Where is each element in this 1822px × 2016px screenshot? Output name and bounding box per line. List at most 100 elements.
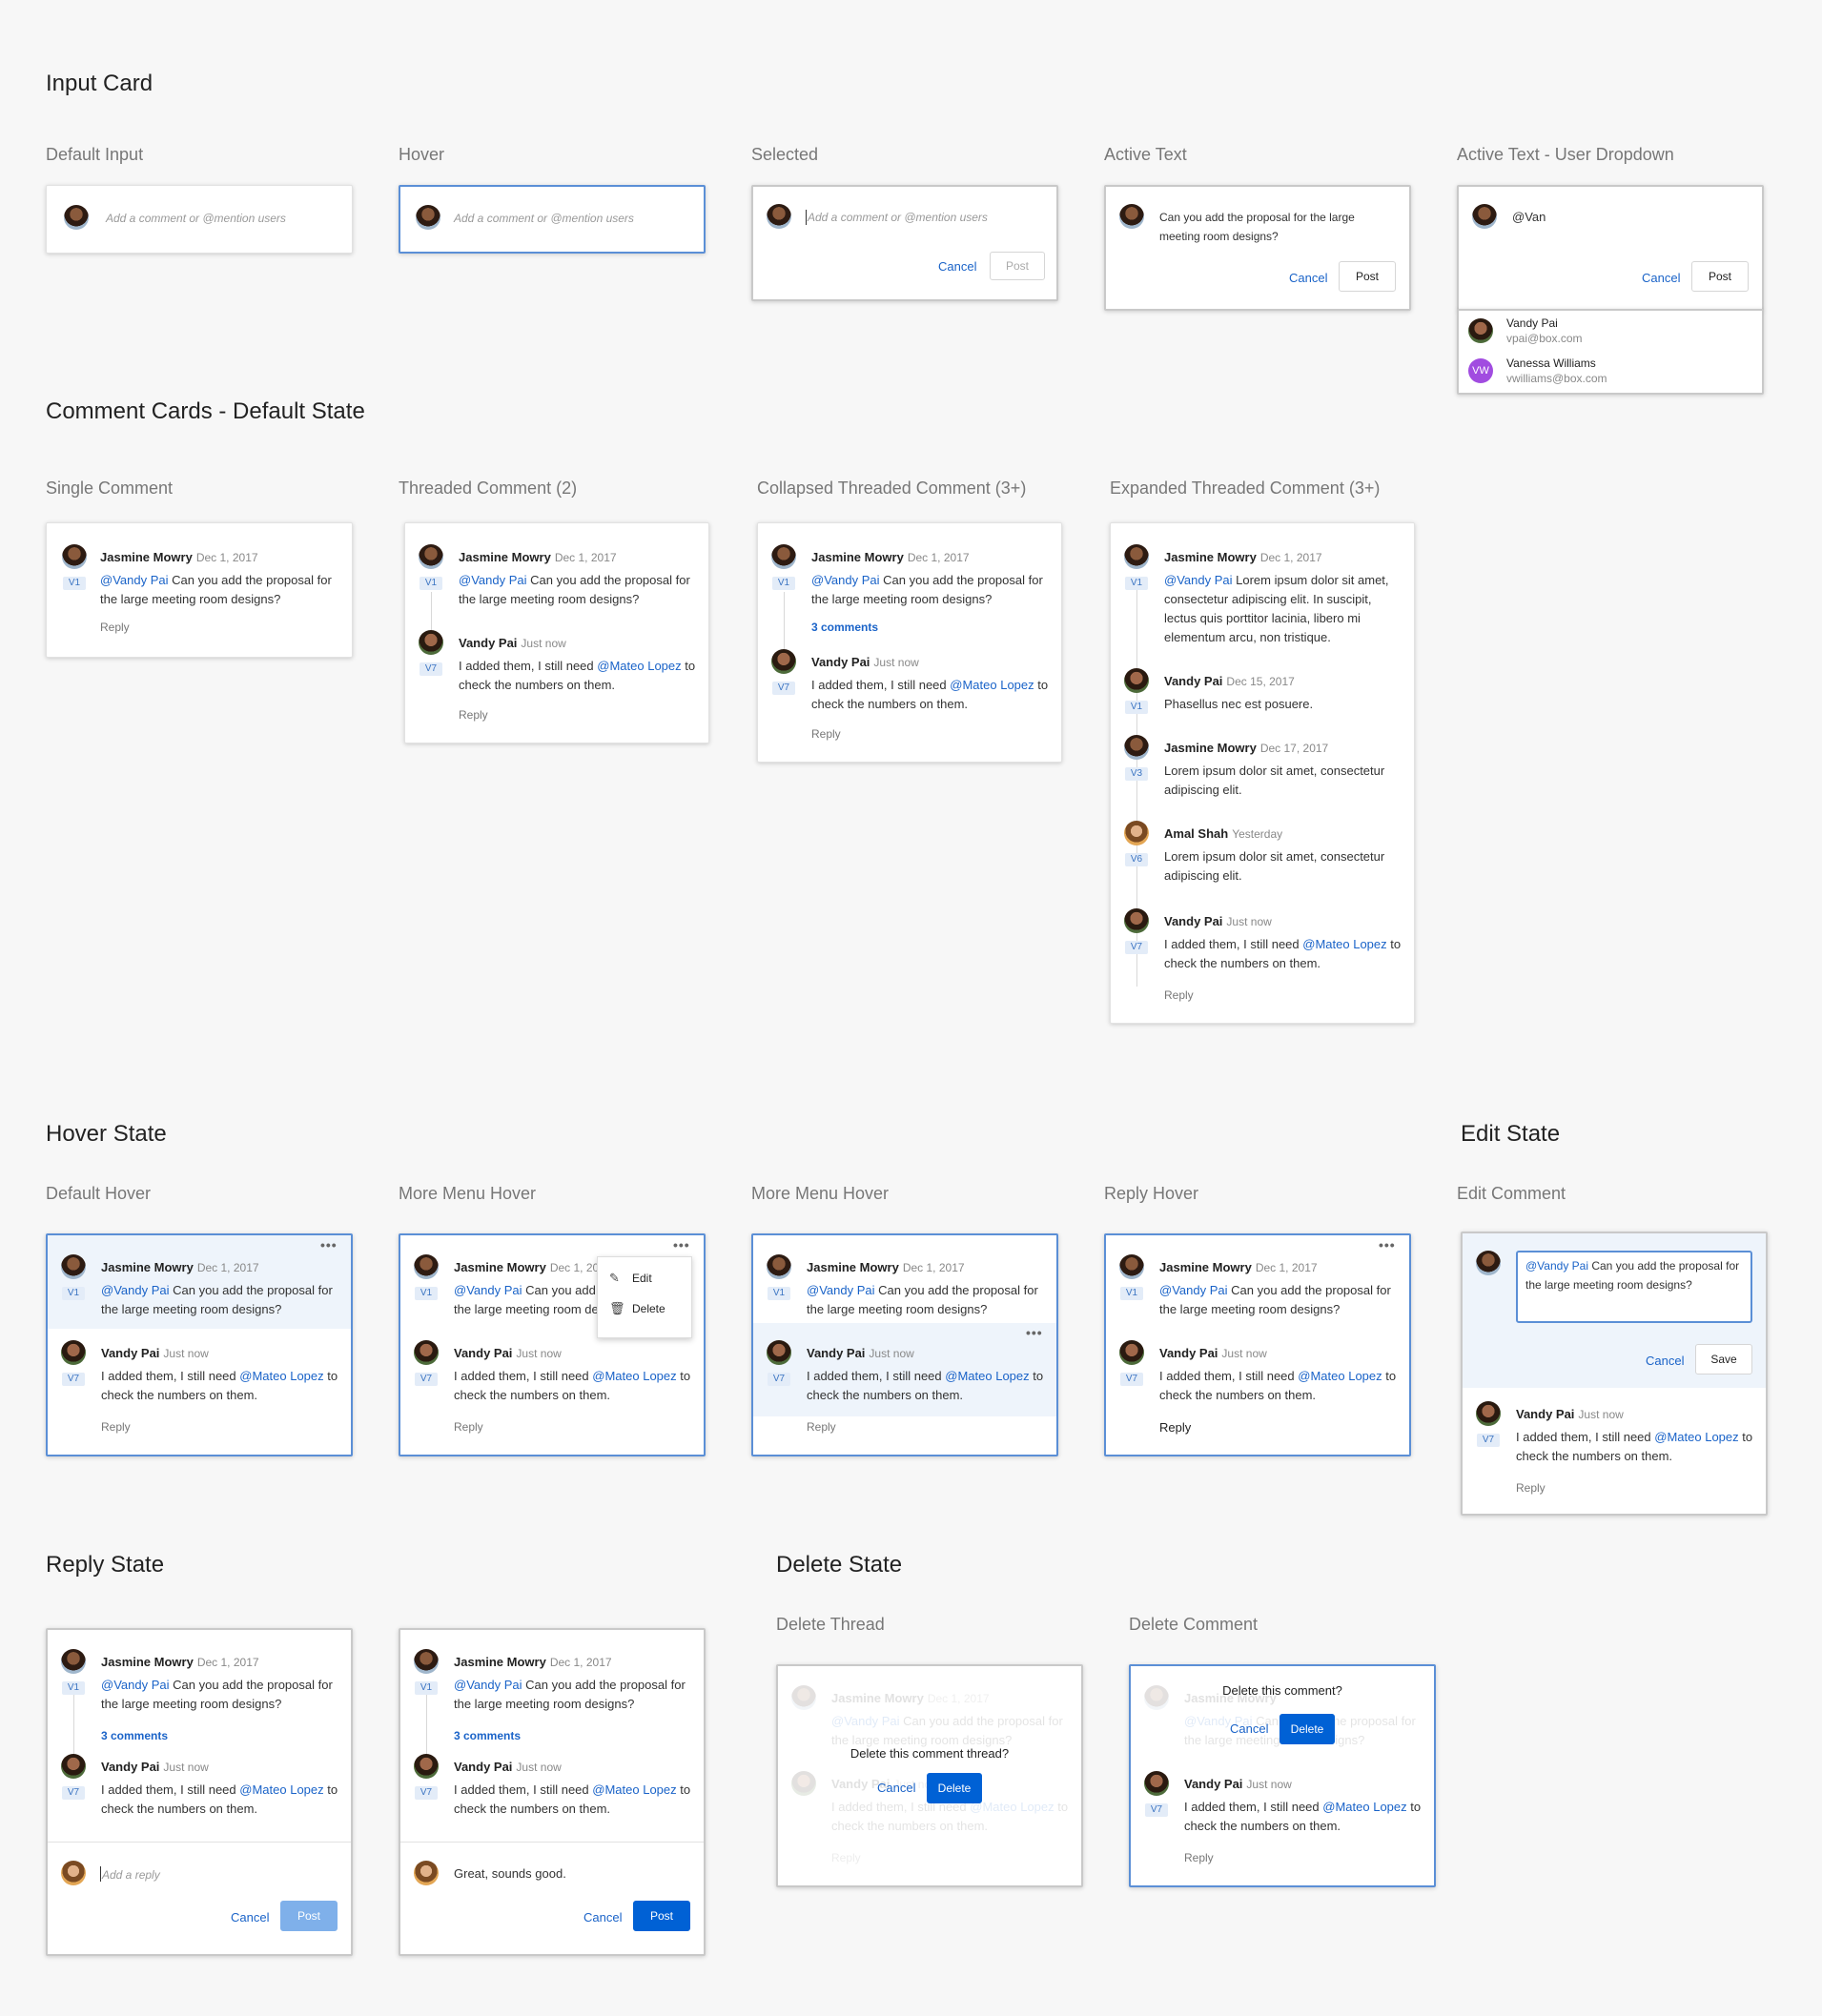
- author-name[interactable]: Jasmine Mowry: [459, 550, 551, 564]
- mention[interactable]: @Vandy Pai: [1525, 1259, 1588, 1273]
- author-name[interactable]: Vandy Pai: [454, 1760, 512, 1774]
- user-option-vandy[interactable]: Vandy Pai vpai@box.com: [1459, 311, 1762, 351]
- reply-link[interactable]: Reply: [100, 621, 130, 634]
- post-button[interactable]: Post: [1691, 261, 1749, 292]
- more-options-icon[interactable]: •••: [1379, 1237, 1396, 1252]
- mention[interactable]: @Vandy Pai: [101, 1283, 170, 1297]
- more-options-icon[interactable]: •••: [320, 1237, 338, 1252]
- author-name[interactable]: Amal Shah: [1164, 826, 1228, 841]
- mention[interactable]: @Mateo Lopez: [945, 1369, 1029, 1383]
- author-name[interactable]: Jasmine Mowry: [101, 1655, 194, 1669]
- cancel-button[interactable]: Cancel: [1642, 271, 1680, 285]
- input-card-hover[interactable]: Add a comment or @mention users: [399, 185, 706, 254]
- user-option-vanessa[interactable]: VW Vanessa Williams vwilliams@box.com: [1459, 351, 1762, 393]
- author-name[interactable]: Vandy Pai: [459, 636, 517, 650]
- author-name[interactable]: Jasmine Mowry: [1164, 741, 1257, 755]
- reply-link[interactable]: Reply: [1184, 1851, 1214, 1864]
- author-name[interactable]: Vandy Pai: [1159, 1346, 1218, 1360]
- comment-card-expanded: V1 Jasmine Mowry Dec 1, 2017 @Vandy Pai L…: [1110, 522, 1415, 1024]
- comment-input-placeholder[interactable]: Add a comment or @mention users: [106, 212, 286, 225]
- author-name[interactable]: Jasmine Mowry: [454, 1655, 546, 1669]
- reply-link[interactable]: Reply: [1516, 1481, 1546, 1495]
- mention[interactable]: @Vandy Pai: [101, 1678, 170, 1692]
- more-options-icon[interactable]: •••: [673, 1237, 690, 1252]
- mention[interactable]: @Mateo Lopez: [1302, 937, 1386, 951]
- mention[interactable]: @Vandy Pai: [1159, 1283, 1228, 1297]
- mention[interactable]: @Mateo Lopez: [592, 1369, 676, 1383]
- mention[interactable]: @Mateo Lopez: [239, 1782, 323, 1797]
- post-button[interactable]: Post: [280, 1901, 338, 1931]
- show-comments-link[interactable]: 3 comments: [101, 1729, 168, 1742]
- comment-input-placeholder[interactable]: Add a comment or @mention users: [454, 212, 634, 225]
- author-name[interactable]: Vandy Pai: [101, 1346, 159, 1360]
- author-name[interactable]: Vandy Pai: [1516, 1407, 1574, 1421]
- input-card-active[interactable]: Can you add the proposal for the large m…: [1104, 185, 1411, 311]
- author-name[interactable]: Jasmine Mowry: [811, 550, 904, 564]
- mention[interactable]: @Mateo Lopez: [597, 659, 681, 673]
- mention[interactable]: @Vandy Pai: [454, 1283, 522, 1297]
- reply-link[interactable]: Reply: [459, 708, 488, 722]
- mention[interactable]: @Vandy Pai: [459, 573, 527, 587]
- mention[interactable]: @Mateo Lopez: [239, 1369, 323, 1383]
- thread-line: [431, 592, 432, 630]
- menu-item-delete[interactable]: 🗑 Delete: [598, 1295, 691, 1322]
- delete-button[interactable]: Delete: [1279, 1714, 1335, 1744]
- cancel-button[interactable]: Cancel: [1646, 1354, 1684, 1368]
- input-card-default[interactable]: Add a comment or @mention users: [46, 185, 353, 254]
- mention[interactable]: @Mateo Lopez: [592, 1782, 676, 1797]
- mention[interactable]: @Vandy Pai: [1164, 573, 1233, 587]
- cancel-button[interactable]: Cancel: [938, 259, 976, 274]
- mention[interactable]: @Vandy Pai: [811, 573, 880, 587]
- comment-input-placeholder[interactable]: Add a comment or @mention users: [808, 211, 988, 224]
- cancel-button[interactable]: Cancel: [583, 1910, 622, 1924]
- cancel-button[interactable]: Cancel: [877, 1781, 915, 1795]
- reply-link[interactable]: Reply: [807, 1420, 836, 1434]
- author-name[interactable]: Vandy Pai: [1164, 674, 1222, 688]
- comment-input-text[interactable]: @Van: [1512, 208, 1546, 227]
- reply-input[interactable]: Add a reply: [102, 1868, 160, 1882]
- author-name[interactable]: Jasmine Mowry: [454, 1260, 546, 1274]
- comment-input-text[interactable]: Can you add the proposal for the large m…: [1159, 208, 1384, 246]
- post-button[interactable]: Post: [1339, 261, 1396, 292]
- author-name[interactable]: Jasmine Mowry: [1159, 1260, 1252, 1274]
- author-name[interactable]: Jasmine Mowry: [807, 1260, 899, 1274]
- reply-link[interactable]: Reply: [1164, 988, 1194, 1002]
- comment-date: Dec 1, 2017: [1255, 1261, 1318, 1274]
- author-name[interactable]: Vandy Pai: [807, 1346, 865, 1360]
- post-button[interactable]: Post: [990, 252, 1045, 280]
- reply-link[interactable]: Reply: [1159, 1420, 1191, 1435]
- show-comments-link[interactable]: 3 comments: [454, 1729, 521, 1742]
- reply-input[interactable]: Great, sounds good.: [454, 1864, 566, 1884]
- mention[interactable]: @Vandy Pai: [454, 1678, 522, 1692]
- mention[interactable]: @Mateo Lopez: [950, 678, 1034, 692]
- save-button[interactable]: Save: [1695, 1344, 1752, 1375]
- delete-button[interactable]: Delete: [927, 1773, 982, 1803]
- show-comments-link[interactable]: 3 comments: [811, 621, 878, 634]
- input-card-selected[interactable]: Add a comment or @mention users Cancel P…: [751, 185, 1058, 301]
- cancel-button[interactable]: Cancel: [1230, 1721, 1268, 1736]
- input-card-mention[interactable]: @Van Cancel Post: [1457, 185, 1764, 311]
- version-tag: V1: [772, 577, 795, 590]
- menu-item-edit[interactable]: ✎ Edit: [598, 1265, 691, 1292]
- mention[interactable]: @Vandy Pai: [807, 1283, 875, 1297]
- more-options-icon[interactable]: •••: [1026, 1325, 1043, 1340]
- cancel-button[interactable]: Cancel: [231, 1910, 269, 1924]
- post-button[interactable]: Post: [633, 1901, 690, 1931]
- author-name[interactable]: Jasmine Mowry: [101, 1260, 194, 1274]
- mention[interactable]: @Vandy Pai: [100, 573, 169, 587]
- mention[interactable]: @Mateo Lopez: [1298, 1369, 1382, 1383]
- author-name[interactable]: Vandy Pai: [1164, 914, 1222, 928]
- author-name[interactable]: Vandy Pai: [454, 1346, 512, 1360]
- author-name[interactable]: Vandy Pai: [101, 1760, 159, 1774]
- reply-link[interactable]: Reply: [454, 1420, 483, 1434]
- reply-link[interactable]: Reply: [101, 1420, 131, 1434]
- author-name[interactable]: Vandy Pai: [1184, 1777, 1242, 1791]
- cancel-button[interactable]: Cancel: [1289, 271, 1327, 285]
- author-name[interactable]: Jasmine Mowry: [100, 550, 193, 564]
- author-name[interactable]: Jasmine Mowry: [1164, 550, 1257, 564]
- mention[interactable]: @Mateo Lopez: [1654, 1430, 1738, 1444]
- edit-comment-textarea[interactable]: @Vandy Pai Can you add the proposal for …: [1516, 1251, 1752, 1323]
- mention[interactable]: @Mateo Lopez: [1322, 1800, 1406, 1814]
- author-name[interactable]: Vandy Pai: [811, 655, 870, 669]
- reply-link[interactable]: Reply: [811, 727, 841, 741]
